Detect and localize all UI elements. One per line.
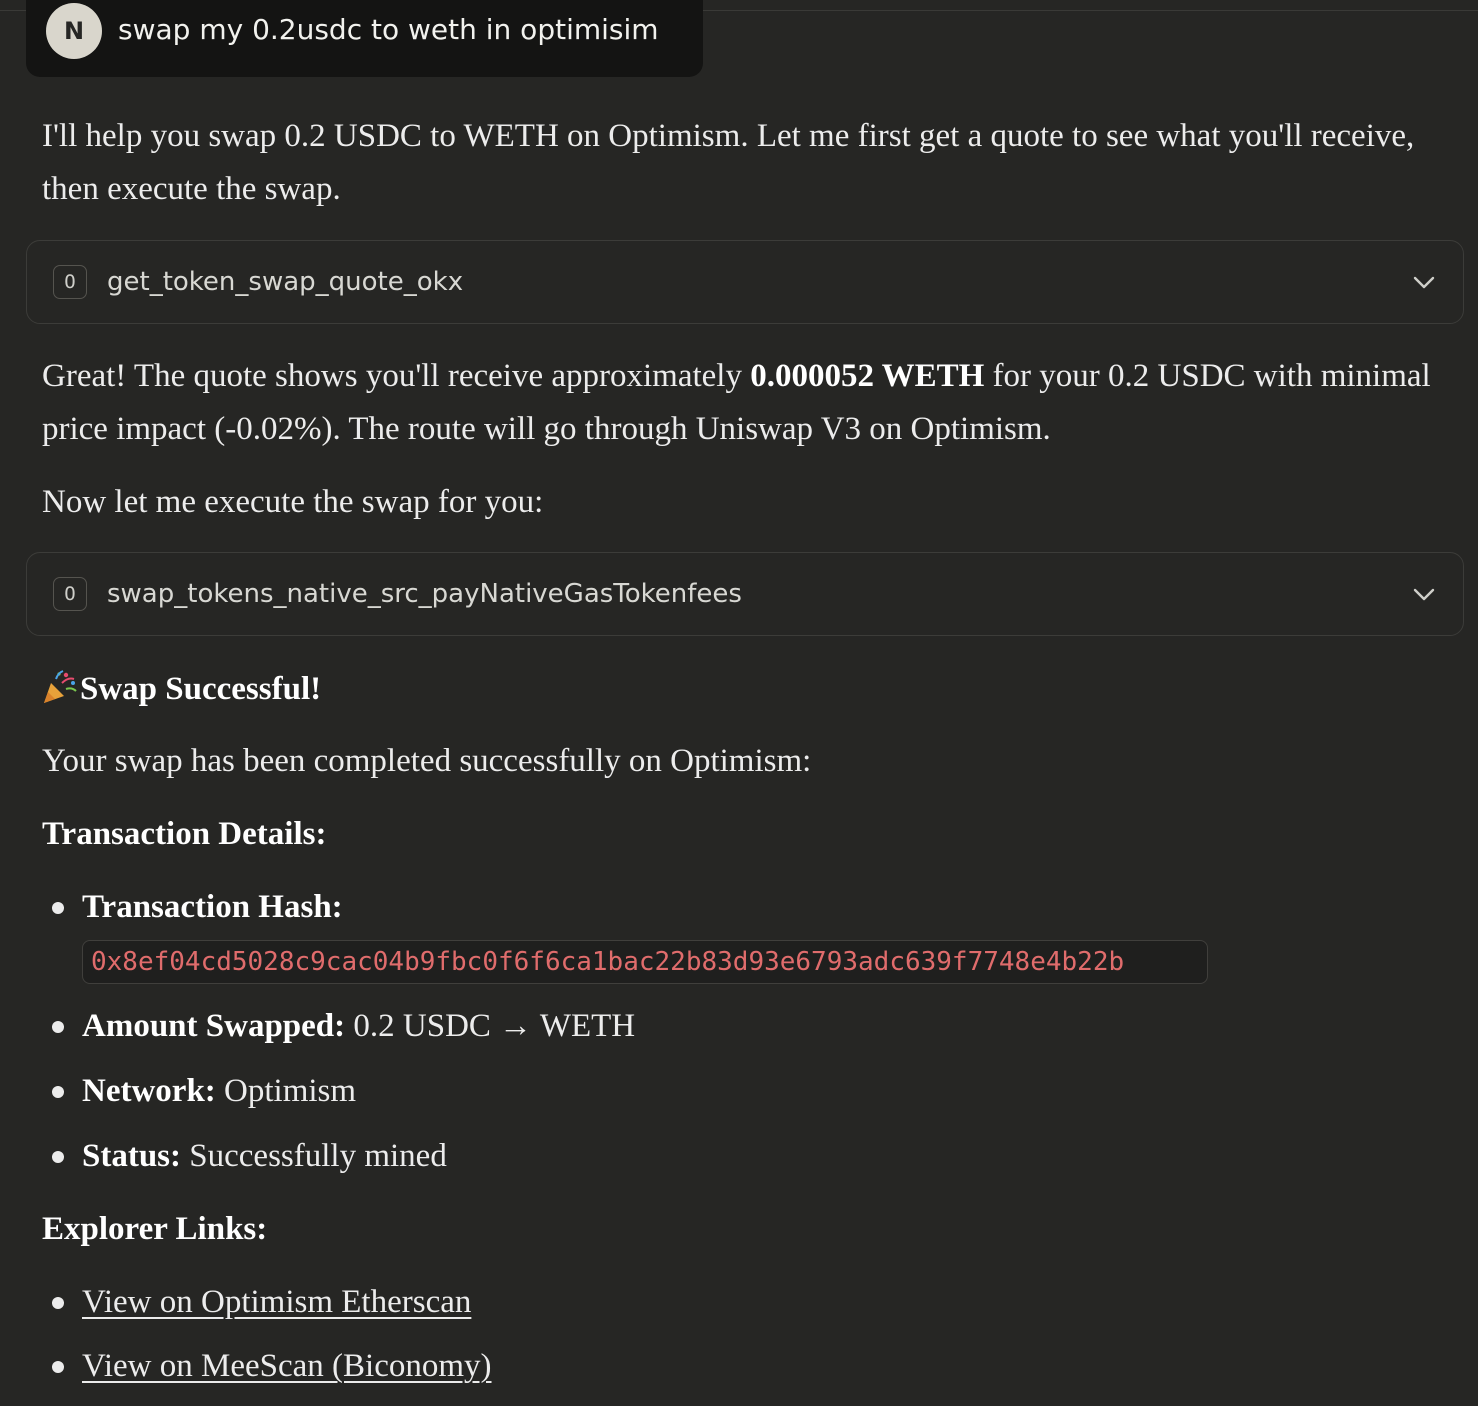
list-bullet — [52, 1361, 64, 1373]
tool-call-swap[interactable]: O swap_tokens_native_src_payNativeGasTok… — [26, 552, 1464, 636]
status-item: Status: Successfully mined — [82, 1131, 447, 1181]
list-bullet — [52, 1021, 64, 1033]
tool-badge: O — [53, 265, 87, 299]
network-item: Network: Optimism — [82, 1066, 356, 1116]
network-value: Optimism — [215, 1073, 357, 1109]
explorer-link-item: View on Optimism Etherscan — [82, 1277, 471, 1327]
amount-label: Amount Swapped: — [82, 1008, 346, 1044]
user-message-text: swap my 0.2usdc to weth in optimisim — [118, 13, 659, 46]
amount-value: 0.2 USDC → WETH — [345, 1008, 636, 1044]
assistant-intro-text: I'll help you swap 0.2 USDC to WETH on O… — [42, 118, 1415, 207]
list-bullet — [52, 1151, 64, 1163]
list-bullet — [52, 1297, 64, 1309]
meescan-link[interactable]: View on MeeScan (Biconomy) — [82, 1348, 492, 1384]
completed-text: Your swap has been completed successfull… — [42, 743, 812, 779]
hash-label: Transaction Hash: — [82, 882, 343, 932]
party-popper-icon — [44, 670, 77, 703]
list-bullet — [52, 902, 64, 914]
network-label: Network: — [82, 1073, 216, 1109]
execute-text: Now let me execute the swap for you: — [42, 484, 544, 520]
details-heading: Transaction Details: — [42, 816, 327, 852]
hash-label-text: Transaction Hash: — [82, 889, 343, 925]
explorer-link-item: View on MeeScan (Biconomy) — [82, 1341, 492, 1391]
transaction-hash-code[interactable]: 0x8ef04cd5028c9cac04b9fbc0f6f6ca1bac22b8… — [82, 940, 1208, 984]
tool-call-quote[interactable]: O get_token_swap_quote_okx — [26, 240, 1464, 324]
chevron-down-icon[interactable] — [1411, 581, 1437, 607]
tool-name: swap_tokens_native_src_payNativeGasToken… — [107, 579, 742, 609]
status-label: Status: — [82, 1138, 182, 1174]
user-avatar[interactable]: N — [46, 3, 102, 59]
status-value: Successfully mined — [181, 1138, 447, 1174]
transaction-hash-value: 0x8ef04cd5028c9cac04b9fbc0f6f6ca1bac22b8… — [91, 947, 1125, 977]
quote-summary-text: Great! The quote shows you'll receive ap… — [42, 350, 1442, 456]
list-bullet — [52, 1086, 64, 1098]
explorer-heading: Explorer Links: — [42, 1211, 268, 1247]
success-heading: Swap Successful! — [42, 664, 321, 714]
chevron-down-icon[interactable] — [1411, 269, 1437, 295]
quote-amount: 0.000052 WETH — [750, 358, 985, 394]
tool-badge: O — [53, 577, 87, 611]
amount-item: Amount Swapped: 0.2 USDC → WETH — [82, 1001, 635, 1051]
success-heading-text: Swap Successful! — [80, 671, 322, 707]
optimism-etherscan-link[interactable]: View on Optimism Etherscan — [82, 1284, 471, 1320]
tool-name: get_token_swap_quote_okx — [107, 267, 464, 297]
quote-prefix: Great! The quote shows you'll receive ap… — [42, 358, 751, 394]
